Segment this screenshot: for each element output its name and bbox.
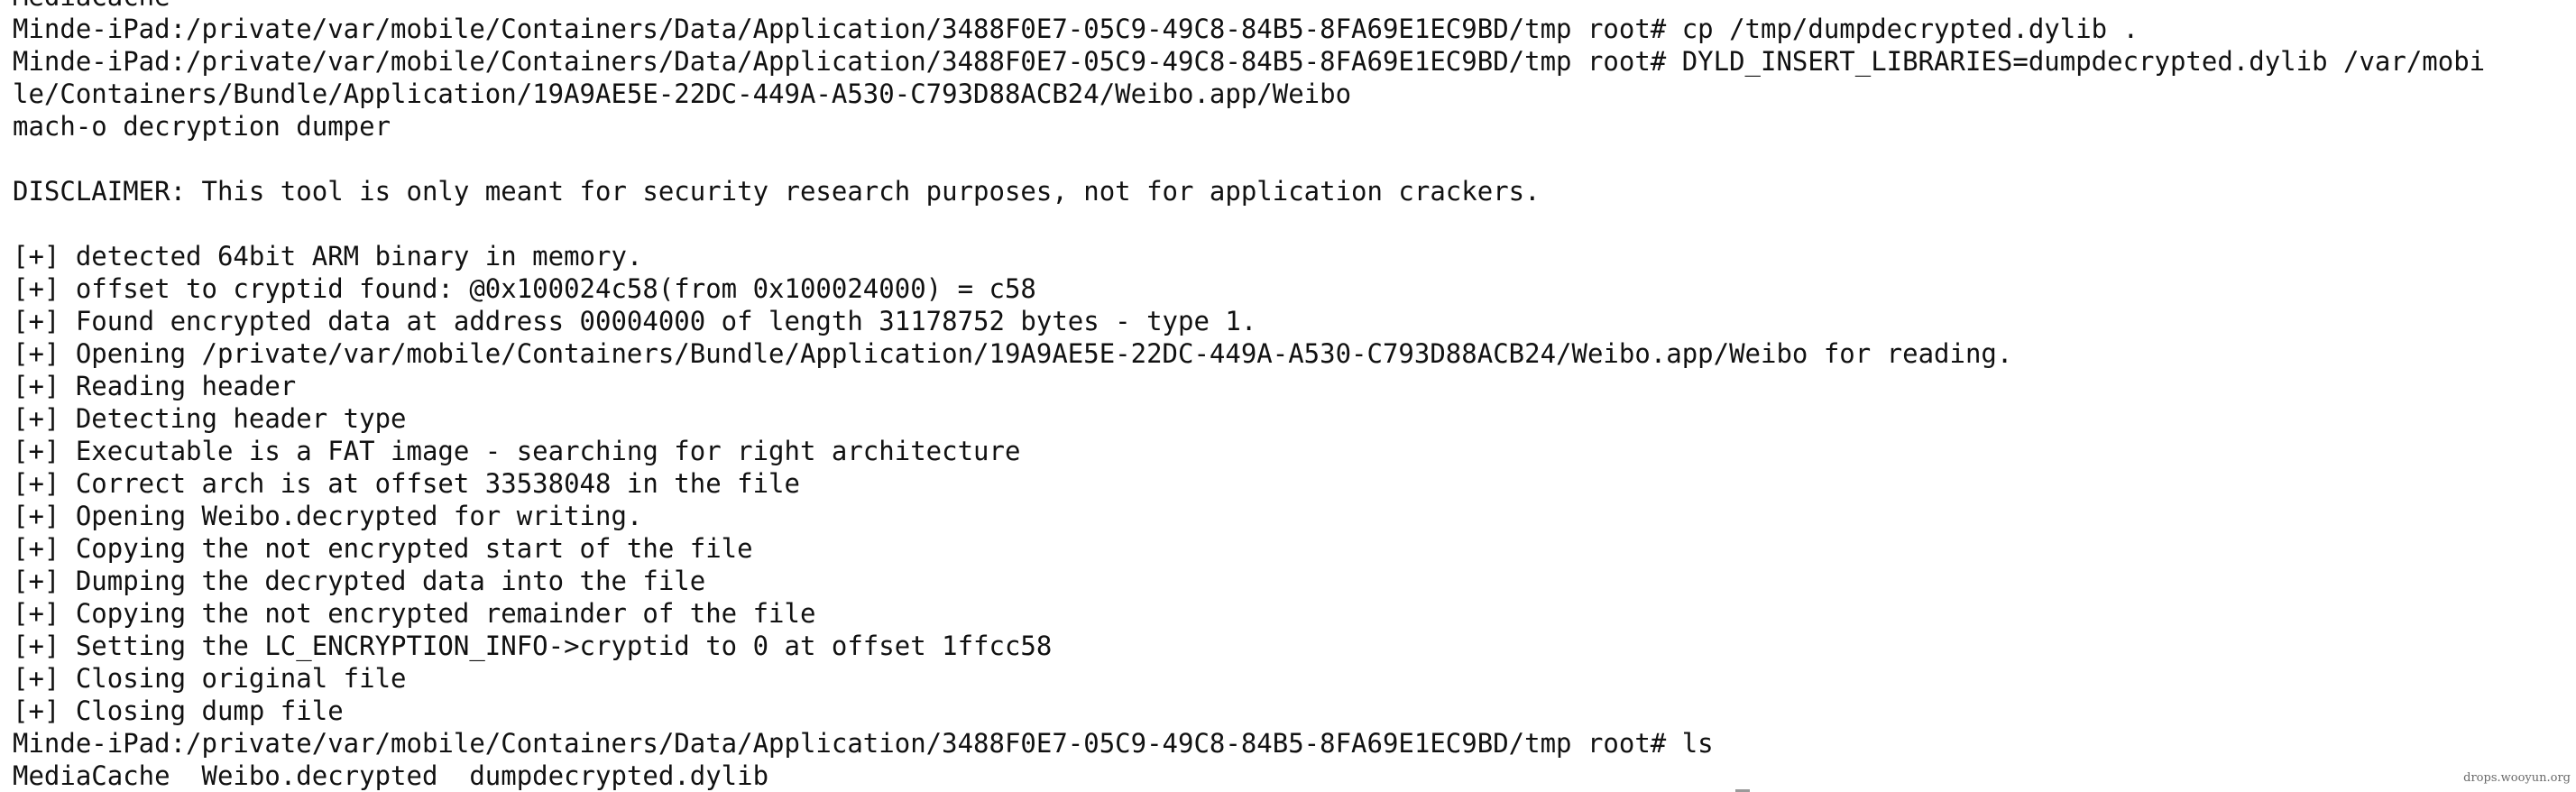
terminal-line: MediaCache bbox=[13, 0, 2565, 13]
terminal-line: [+] Opening /private/var/mobile/Containe… bbox=[13, 338, 2013, 369]
terminal-line: [+] Reading header bbox=[13, 371, 297, 401]
terminal-line: Minde-iPad:/private/var/mobile/Container… bbox=[13, 728, 1714, 759]
terminal-line: [+] Detecting header type bbox=[13, 403, 407, 434]
terminal-line: [+] Closing dump file bbox=[13, 695, 344, 726]
terminal-line: [+] detected 64bit ARM binary in memory. bbox=[13, 241, 643, 272]
terminal-line: [+] Correct arch is at offset 33538048 i… bbox=[13, 468, 800, 499]
terminal-line: [+] offset to cryptid found: @0x100024c5… bbox=[13, 273, 1036, 304]
terminal-line: [+] Closing original file bbox=[13, 663, 407, 694]
terminal-line: Minde-iPad:/private/var/mobile/Container… bbox=[13, 46, 2486, 77]
terminal-line: Minde-iPad:/private/var/mobile/Container… bbox=[13, 14, 2139, 44]
terminal-line: [+] Copying the not encrypted remainder … bbox=[13, 598, 816, 629]
watermark: drops.wooyun.org bbox=[2463, 771, 2571, 785]
terminal-window[interactable]: MediaCache Minde-iPad:/private/var/mobil… bbox=[0, 0, 2576, 792]
terminal-line: [+] Setting the LC_ENCRYPTION_INFO->cryp… bbox=[13, 631, 1053, 661]
terminal-line: MediaCache Weibo.decrypted dumpdecrypted… bbox=[13, 760, 769, 791]
terminal-line: mach-o decryption dumper bbox=[13, 111, 391, 142]
terminal-line: [+] Copying the not encrypted start of t… bbox=[13, 533, 753, 564]
terminal-line: [+] Executable is a FAT image - searchin… bbox=[13, 436, 1021, 466]
terminal-line: DISCLAIMER: This tool is only meant for … bbox=[13, 176, 1541, 207]
terminal-line: [+] Opening Weibo.decrypted for writing. bbox=[13, 501, 643, 531]
terminal-line: [+] Dumping the decrypted data into the … bbox=[13, 566, 706, 596]
terminal-line: [+] Found encrypted data at address 0000… bbox=[13, 306, 1257, 336]
terminal-line: le/Containers/Bundle/Application/19A9AE5… bbox=[13, 78, 1352, 109]
terminal-output: MediaCache Minde-iPad:/private/var/mobil… bbox=[13, 0, 2565, 792]
